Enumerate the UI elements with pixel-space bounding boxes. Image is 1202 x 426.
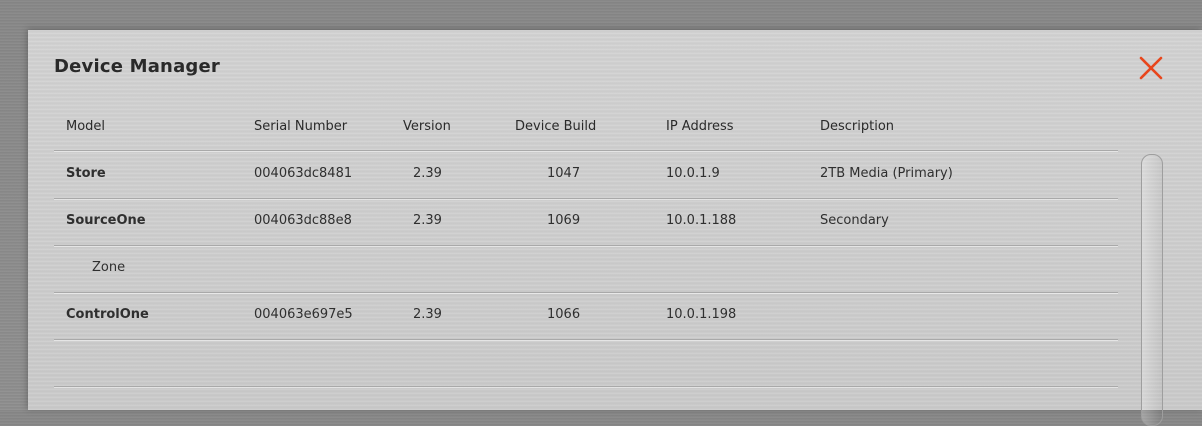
cell-version: 2.39 [413,213,442,228]
cell-device-build: 1069 [547,213,581,228]
dialog-title: Device Manager [54,56,220,77]
close-x-icon [1139,56,1163,80]
close-button[interactable] [1138,55,1164,81]
table-row[interactable] [54,339,1118,387]
cell-description: 2TB Media (Primary) [820,166,953,181]
device-manager-dialog: Device Manager Model Serial Number Versi… [28,30,1202,426]
table-row[interactable]: ControlOne 004063e697e5 2.39 1066 10.0.1… [54,292,1118,340]
cell-serial-number: 004063dc88e8 [254,213,352,228]
cell-version: 2.39 [413,307,442,322]
cell-ip-address: 10.0.1.198 [666,307,737,322]
cell-serial-number: 004063dc8481 [254,166,353,181]
column-header-device-build[interactable]: Device Build [515,104,596,150]
cell-model: Store [66,166,106,181]
table-row[interactable]: Zone [54,245,1118,293]
cell-device-build: 1047 [547,166,581,181]
cell-version: 2.39 [413,166,442,181]
cell-ip-address: 10.0.1.188 [666,213,737,228]
cell-device-build: 1066 [547,307,581,322]
column-header-description[interactable]: Description [820,104,894,150]
column-header-ip-address[interactable]: IP Address [666,104,734,150]
table-row[interactable]: SourceOne 004063dc88e8 2.39 1069 10.0.1.… [54,198,1118,246]
cell-model: Zone [92,260,126,275]
table-header: Model Serial Number Version Device Build… [54,104,1118,151]
column-header-serial-number[interactable]: Serial Number [254,104,347,150]
column-header-version[interactable]: Version [403,104,451,150]
cell-ip-address: 10.0.1.9 [666,166,720,181]
cell-model: SourceOne [66,213,146,228]
vertical-scrollbar[interactable] [1141,154,1163,426]
table-row[interactable]: Store 004063dc8481 2.39 1047 10.0.1.9 2T… [54,151,1118,199]
cell-description: Secondary [820,213,889,228]
column-header-model[interactable]: Model [66,104,105,150]
cell-model: ControlOne [66,307,149,322]
cell-serial-number: 004063e697e5 [254,307,353,322]
